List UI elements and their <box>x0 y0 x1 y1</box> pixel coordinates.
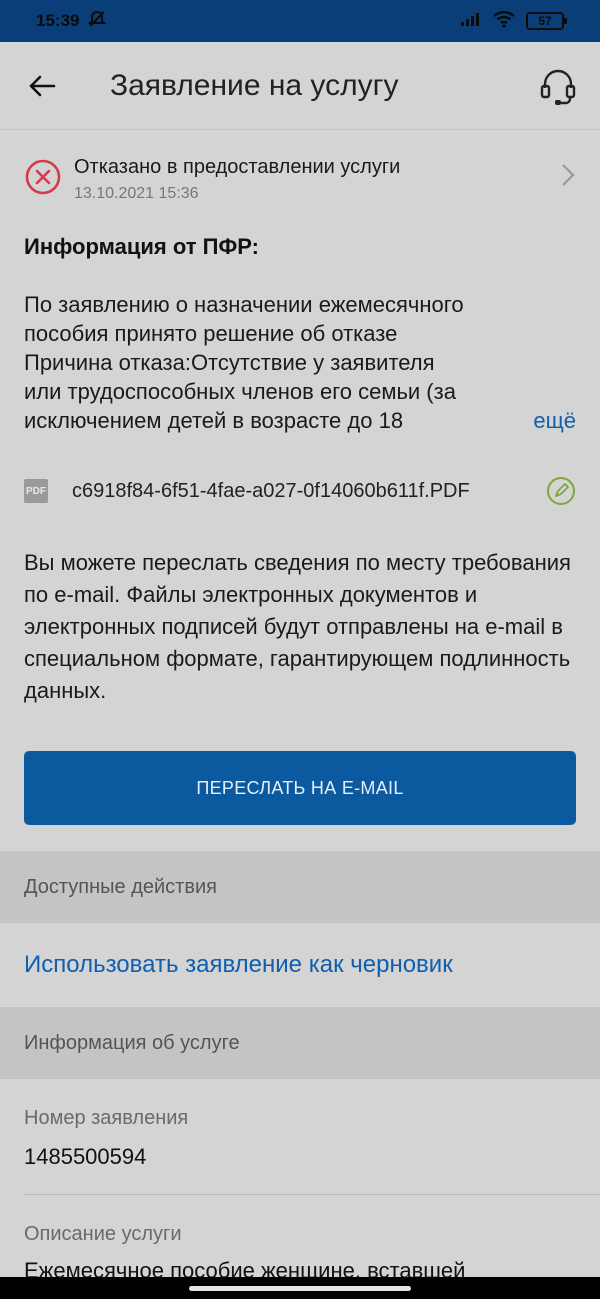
use-as-draft-link[interactable]: Использовать заявление как черновик <box>0 923 600 1007</box>
status-row[interactable]: Отказано в предоставлении услуги 13.10.2… <box>24 130 576 216</box>
info-heading: Информация от ПФР: <box>24 234 259 259</box>
field-label: Описание услуги <box>24 1223 182 1245</box>
home-handle[interactable] <box>189 1285 411 1291</box>
info-line: Причина отказа:Отсутствие у заявителя <box>24 350 435 375</box>
info-line: или трудоспособных членов его семьи (за <box>24 379 456 404</box>
chevron-right-icon <box>562 164 575 186</box>
info-text: По заявлению о назначении ежемесячного п… <box>24 290 576 435</box>
info-line: пособия принято решение об отказе <box>24 321 398 346</box>
back-arrow-icon <box>29 75 56 96</box>
content: Отказано в предоставлении услуги 13.10.2… <box>0 130 600 1284</box>
file-name: c6918f84-6f51-4fae-a027-0f14060b611f.PDF <box>72 479 470 502</box>
email-info-text: Вы можете переслать сведения по месту тр… <box>24 550 571 703</box>
more-link[interactable]: ещё <box>521 406 576 435</box>
signature-icon[interactable] <box>546 476 576 506</box>
status-date: 13.10.2021 15:36 <box>74 185 199 202</box>
available-actions-heading: Доступные действия <box>0 851 600 923</box>
rejected-icon <box>25 159 61 195</box>
field-value: 1485500594 <box>24 1144 147 1169</box>
application-number-field: Номер заявления 1485500594 <box>0 1079 600 1170</box>
signal-icon <box>460 11 482 32</box>
gesture-navigation-bar <box>0 1277 600 1299</box>
info-line: По заявлению о назначении ежемесячного <box>24 292 464 317</box>
back-button[interactable] <box>0 42 84 130</box>
support-button[interactable] <box>516 42 600 130</box>
app-bar: Заявление на услугу <box>0 42 600 130</box>
application-details: Отказано в предоставлении услуги 13.10.2… <box>0 130 600 851</box>
send-email-button[interactable]: ПЕРЕСЛАТЬ НА E-MAIL <box>24 751 576 825</box>
pdf-icon: PDF <box>24 479 48 503</box>
attached-file[interactable]: PDF c6918f84-6f51-4fae-a027-0f14060b611f… <box>24 473 576 509</box>
system-status-bar: 15:39 57 <box>0 0 600 42</box>
info-line: исключением детей в возрасте до 18 <box>24 406 576 435</box>
status-title: Отказано в предоставлении услуги <box>74 156 401 178</box>
status-text: Отказано в предоставлении услуги 13.10.2… <box>74 156 400 203</box>
clock: 15:39 <box>36 11 80 30</box>
field-label: Номер заявления <box>24 1107 189 1129</box>
mute-alarm-icon <box>87 9 107 34</box>
battery-icon: 57 <box>526 12 567 30</box>
headset-icon <box>540 69 576 105</box>
service-info-heading: Информация об услуге <box>0 1007 600 1079</box>
page-title: Заявление на услугу <box>110 68 399 102</box>
wifi-icon <box>492 10 516 33</box>
service-description-field[interactable]: Описание услуги Ежемесячное пособие женщ… <box>0 1195 600 1284</box>
